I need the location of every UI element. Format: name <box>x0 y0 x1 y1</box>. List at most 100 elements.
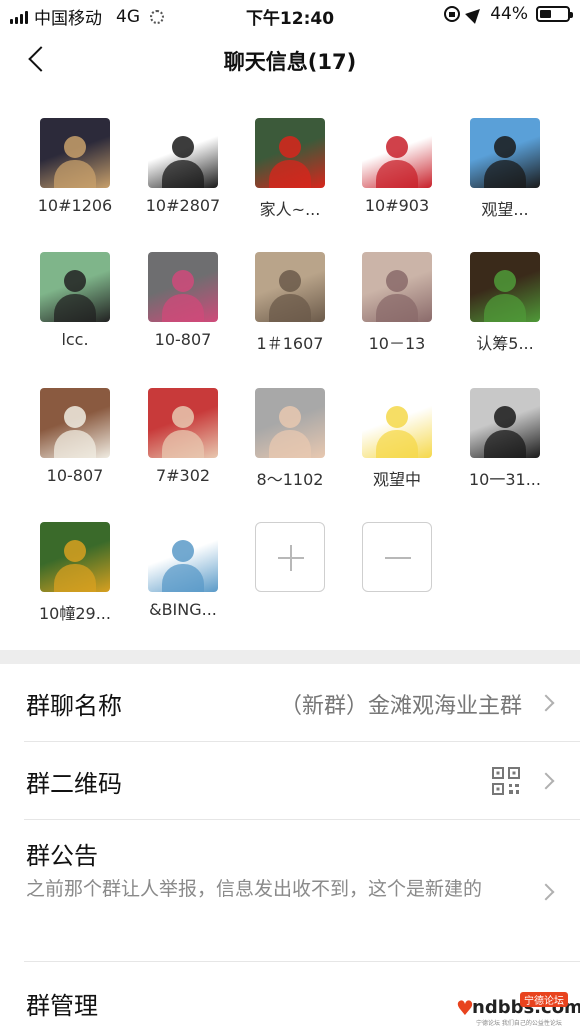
member-item[interactable]: 10#903 <box>347 118 447 215</box>
avatar-body <box>376 430 418 458</box>
add-member-button[interactable] <box>240 522 340 592</box>
avatar-body <box>54 430 96 458</box>
member-name: 10-807 <box>46 466 104 485</box>
member-name: 认筹5... <box>476 334 534 353</box>
member-name: 1＃1607 <box>256 334 324 353</box>
member-item[interactable]: 8～1102 <box>240 388 340 490</box>
potted-plant-avatar <box>470 252 540 322</box>
avatar-figure <box>64 406 86 428</box>
battery-level <box>540 10 552 18</box>
group-notice-label: 群公告 <box>26 842 98 870</box>
bowl-spoon-avatar <box>40 388 110 458</box>
avatar-figure <box>172 270 194 292</box>
holding-hands-avatar <box>255 388 325 458</box>
avatar-body <box>162 430 204 458</box>
avatar-figure <box>494 406 516 428</box>
cute-cat-avatar <box>362 388 432 458</box>
old-street-avatar <box>255 252 325 322</box>
member-item[interactable]: lcc. <box>25 252 125 349</box>
member-name: 10幢29... <box>39 604 111 623</box>
street-people-avatar <box>362 252 432 322</box>
status-bar: 中国移动 4G 下午12:40 44% <box>0 0 580 30</box>
member-name: 观望中 <box>372 470 421 489</box>
group-name-value: （新群）金滩观海业主群 <box>279 694 522 719</box>
group-manage-label: 群管理 <box>26 992 98 1020</box>
cartoon-hero-avatar <box>362 118 432 188</box>
avatar-body <box>269 160 311 188</box>
member-item[interactable]: 10-807 <box>25 388 125 485</box>
man-gold-statue-avatar <box>40 522 110 592</box>
incense-flag-avatar <box>255 118 325 188</box>
navigation-bar: 聊天信息(17) <box>0 38 580 82</box>
member-name: &BING... <box>149 600 217 619</box>
member-name: 10#1206 <box>37 196 113 215</box>
avatar-figure <box>279 270 301 292</box>
baby-photo-avatar <box>148 388 218 458</box>
group-name-row[interactable]: 群聊名称 （新群）金滩观海业主群 <box>0 664 580 742</box>
group-notice-row[interactable]: 群公告 之前那个群让人举报，信息发出收不到，这个是新建的 <box>0 820 580 962</box>
member-name: lcc. <box>61 330 89 349</box>
man-standing-avatar <box>470 388 540 458</box>
avatar-body <box>162 160 204 188</box>
qr-code-icon <box>492 767 520 795</box>
beach-collage-avatar <box>148 522 218 592</box>
avatar-figure <box>279 406 301 428</box>
member-name: 10－13 <box>368 334 426 353</box>
remove-member-button[interactable] <box>347 522 447 592</box>
avatar-figure <box>64 540 86 562</box>
minus-icon <box>362 522 432 592</box>
member-item[interactable]: 10#1206 <box>25 118 125 215</box>
member-name: 10#903 <box>364 196 430 215</box>
avatar-body <box>269 430 311 458</box>
cartoon-face-avatar <box>40 252 110 322</box>
member-name: 8～1102 <box>256 470 324 489</box>
member-item[interactable]: 观望中 <box>347 388 447 490</box>
avatar-body <box>484 430 526 458</box>
member-item[interactable]: 10－13 <box>347 252 447 354</box>
member-name: 10一31... <box>469 470 541 489</box>
group-name-label: 群聊名称 <box>26 692 122 720</box>
member-item[interactable]: 10-807 <box>133 252 233 349</box>
member-item[interactable]: 10#2807 <box>133 118 233 215</box>
avatar-body <box>162 294 204 322</box>
group-qr-row[interactable]: 群二维码 <box>0 742 580 820</box>
battery-percent: 44% <box>490 4 528 24</box>
watermark-badge: 宁德论坛 <box>520 992 568 1007</box>
avatar-figure <box>386 270 408 292</box>
member-name: 家人~... <box>259 200 321 219</box>
member-item[interactable]: 观望... <box>455 118 555 220</box>
group-notice-text: 之前那个群让人举报，信息发出收不到，这个是新建的 <box>26 878 483 900</box>
member-item[interactable]: 家人~... <box>240 118 340 220</box>
member-item[interactable]: 7#302 <box>133 388 233 485</box>
member-item[interactable]: 认筹5... <box>455 252 555 354</box>
avatar-figure <box>64 270 86 292</box>
plus-icon <box>255 522 325 592</box>
watermark-tagline: 宁德论坛 我们自己的公益性论坛 <box>476 1020 562 1027</box>
avatar-body <box>376 294 418 322</box>
member-item[interactable]: 1＃1607 <box>240 252 340 354</box>
member-item[interactable]: &BING... <box>133 522 233 619</box>
avatar-body <box>54 294 96 322</box>
anime-girl-avatar <box>470 118 540 188</box>
avatar-body <box>162 564 204 592</box>
avatar-body <box>484 294 526 322</box>
avatar-figure <box>386 136 408 158</box>
section-divider <box>0 650 580 664</box>
battery-icon <box>536 6 573 22</box>
location-icon <box>465 4 486 24</box>
avatar-figure <box>494 136 516 158</box>
avatar-figure <box>279 136 301 158</box>
site-watermark: ♥ ndbbs.com 宁德论坛 宁德论坛 我们自己的公益性论坛 <box>456 992 580 1027</box>
avatar-body <box>54 564 96 592</box>
member-item[interactable]: 10一31... <box>455 388 555 490</box>
member-name: 观望... <box>481 200 529 219</box>
avatar-figure <box>172 406 194 428</box>
member-item[interactable]: 10幢29... <box>25 522 125 624</box>
avatar-body <box>376 160 418 188</box>
silhouette-sunset-avatar <box>40 118 110 188</box>
member-name: 7#302 <box>155 466 211 485</box>
avatar-body <box>484 160 526 188</box>
flower-vase-avatar <box>148 252 218 322</box>
avatar-figure <box>172 540 194 562</box>
avatar-figure <box>64 136 86 158</box>
